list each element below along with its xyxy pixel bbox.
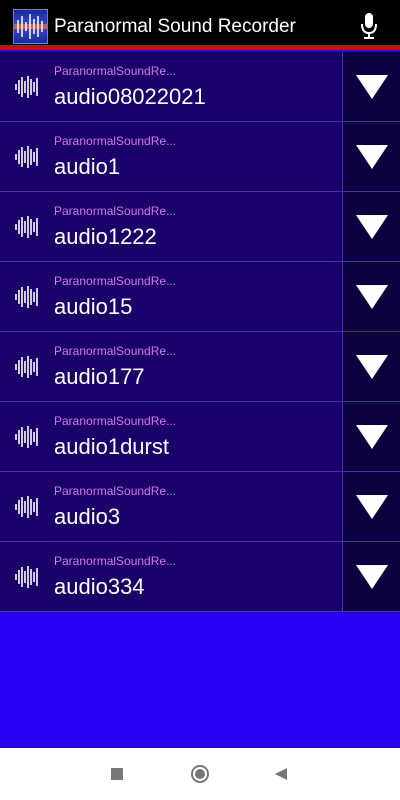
list-item[interactable]: ParanormalSoundRe... audio1durst (0, 402, 400, 472)
recording-name: audio15 (54, 294, 133, 319)
recording-name: audio3 (54, 504, 121, 529)
recording-menu-button[interactable] (342, 52, 400, 121)
recording-folder: ParanormalSoundRe... (54, 64, 177, 78)
list-item[interactable]: ParanormalSoundRe... audio1222 (0, 192, 400, 262)
recording-folder: ParanormalSoundRe... (54, 134, 177, 148)
chevron-down-icon (356, 355, 388, 379)
chevron-down-icon (356, 145, 388, 169)
chevron-down-icon (356, 565, 388, 589)
square-recents-icon[interactable] (110, 767, 124, 786)
recording-name: audio08022021 (54, 84, 206, 109)
sound-wave-icon (14, 494, 40, 520)
recording-menu-button[interactable] (342, 192, 400, 261)
recordings-list: ParanormalSoundRe... audio08022021 Paran… (0, 52, 400, 612)
recording-name: audio334 (54, 574, 145, 599)
circle-home-icon[interactable] (190, 764, 210, 789)
app-bar-divider (0, 45, 400, 50)
recording-name: audio177 (54, 364, 145, 389)
list-item[interactable]: ParanormalSoundRe... audio15 (0, 262, 400, 332)
recording-menu-button[interactable] (342, 262, 400, 331)
chevron-down-icon (356, 75, 388, 99)
sound-wave-icon (14, 144, 40, 170)
recording-menu-button[interactable] (342, 122, 400, 191)
app-bar: Paranormal Sound Recorder (0, 0, 400, 50)
sound-wave-icon (14, 214, 40, 240)
list-item[interactable]: ParanormalSoundRe... audio08022021 (0, 52, 400, 122)
app-title: Paranormal Sound Recorder (54, 16, 296, 37)
recording-folder: ParanormalSoundRe... (54, 484, 177, 498)
microphone-icon[interactable] (360, 12, 378, 40)
recording-menu-button[interactable] (342, 542, 400, 611)
list-item[interactable]: ParanormalSoundRe... audio177 (0, 332, 400, 402)
sound-wave-icon (14, 74, 40, 100)
recording-menu-button[interactable] (342, 472, 400, 541)
chevron-down-icon (356, 285, 388, 309)
recording-folder: ParanormalSoundRe... (54, 554, 177, 568)
recording-menu-button[interactable] (342, 332, 400, 401)
list-item[interactable]: ParanormalSoundRe... audio334 (0, 542, 400, 612)
app-logo-icon (13, 9, 48, 44)
list-item[interactable]: ParanormalSoundRe... audio1 (0, 122, 400, 192)
sound-wave-icon (14, 284, 40, 310)
chevron-down-icon (356, 495, 388, 519)
recording-folder: ParanormalSoundRe... (54, 344, 177, 358)
recording-folder: ParanormalSoundRe... (54, 274, 177, 288)
system-navigation-bar (0, 748, 400, 800)
sound-wave-icon (14, 354, 40, 380)
recording-name: audio1222 (54, 224, 157, 249)
recording-name: audio1 (54, 154, 121, 179)
recording-folder: ParanormalSoundRe... (54, 414, 177, 428)
sound-wave-icon (14, 424, 40, 450)
triangle-back-icon[interactable] (274, 767, 288, 786)
recording-folder: ParanormalSoundRe... (54, 204, 177, 218)
list-item[interactable]: ParanormalSoundRe... audio3 (0, 472, 400, 542)
sound-wave-icon (14, 564, 40, 590)
chevron-down-icon (356, 425, 388, 449)
chevron-down-icon (356, 215, 388, 239)
recording-menu-button[interactable] (342, 402, 400, 471)
recording-name: audio1durst (54, 434, 169, 459)
